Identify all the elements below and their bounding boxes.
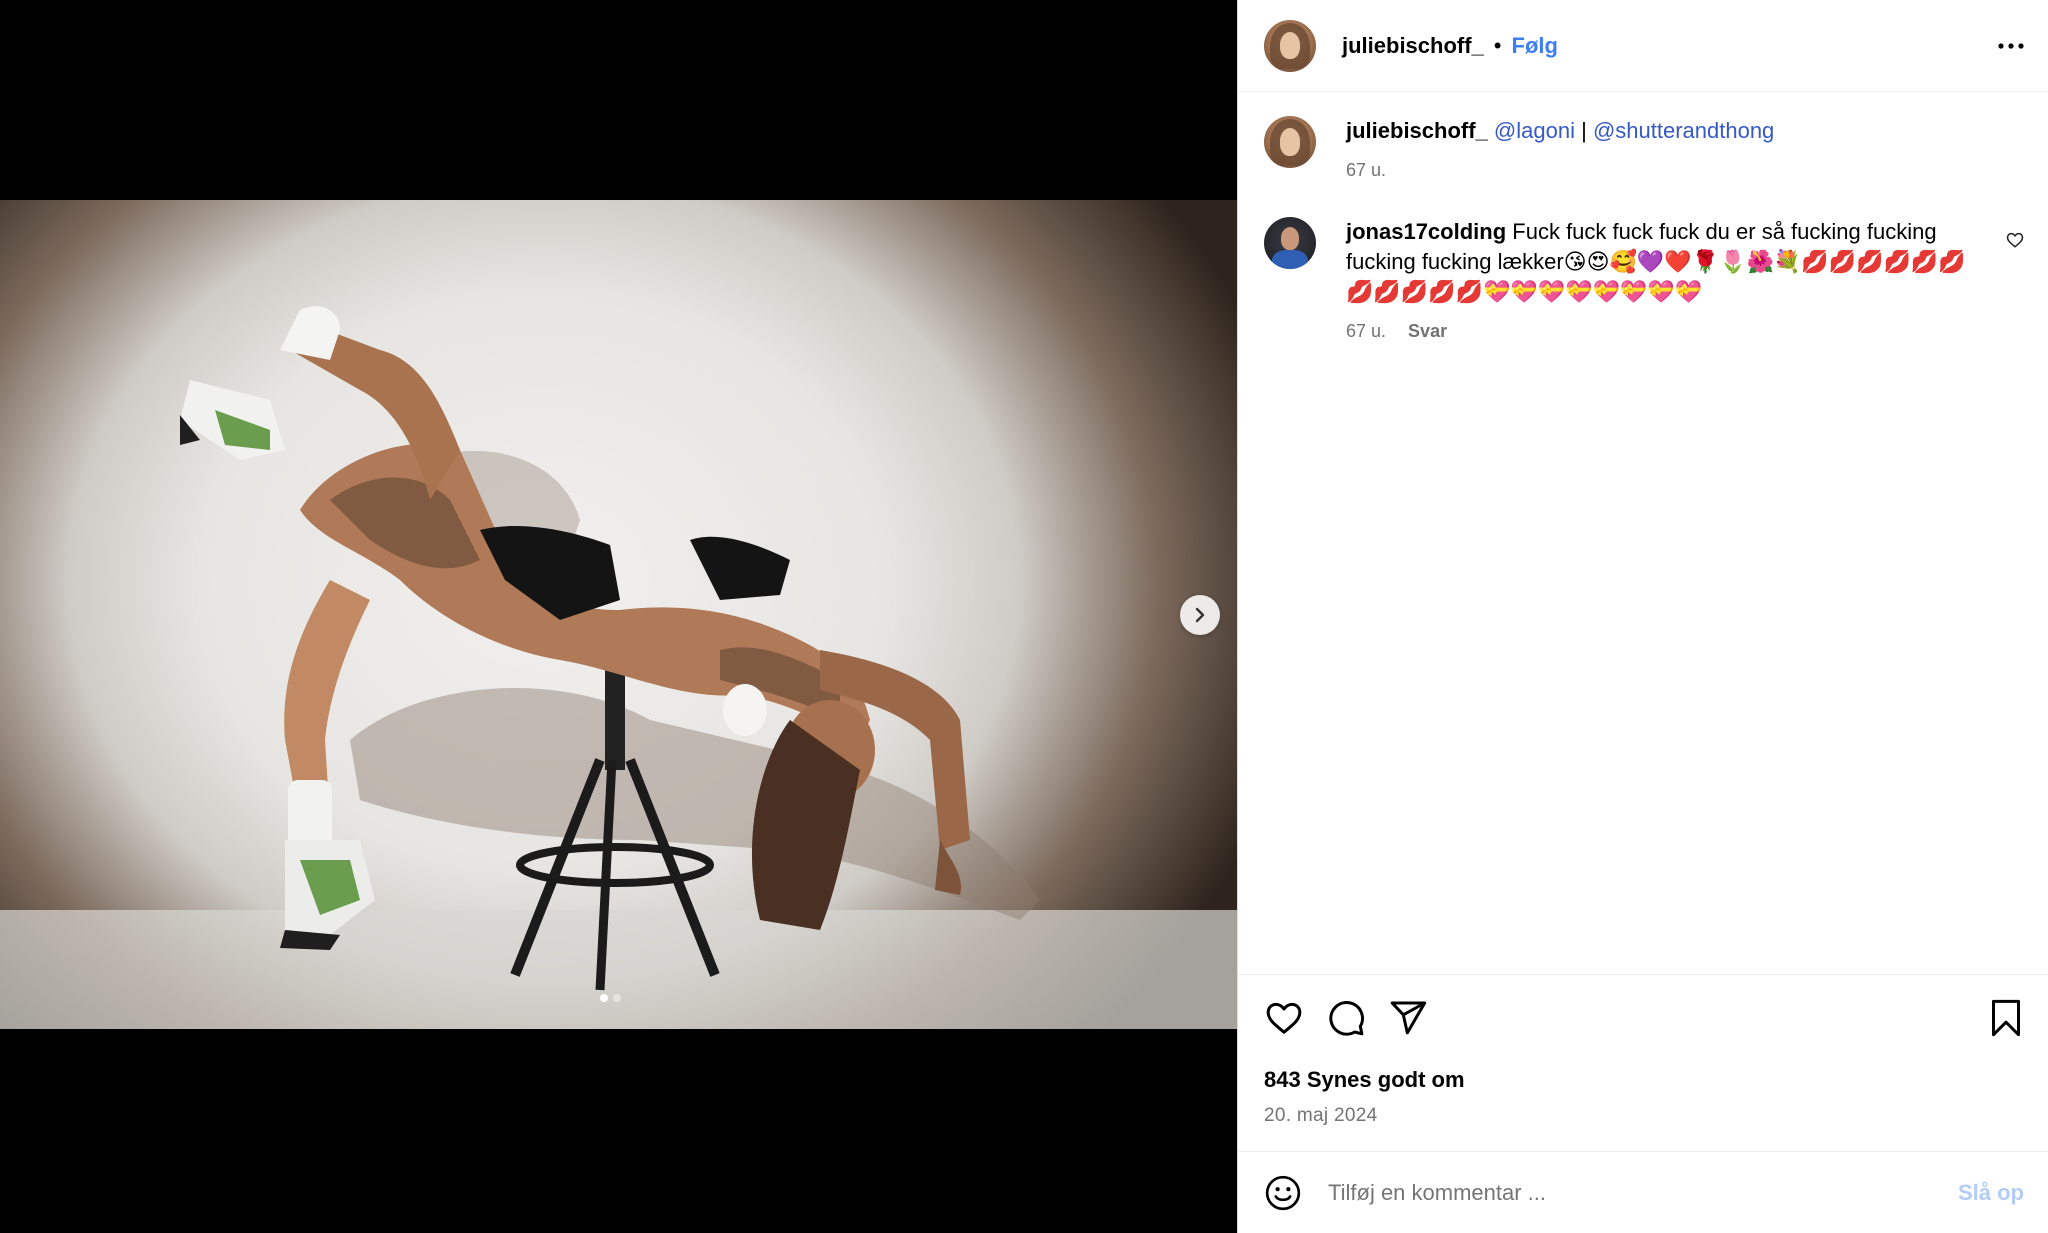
caption-time[interactable]: 67 u. — [1346, 160, 1386, 181]
action-bar — [1264, 975, 2024, 1061]
comments-list: juliebischoff_ @lagoni | @shutterandthon… — [1238, 92, 2048, 974]
share-button[interactable] — [1388, 998, 1428, 1038]
post-photo — [0, 200, 1237, 1029]
comment-input[interactable] — [1328, 1179, 1958, 1206]
caption-avatar[interactable] — [1264, 116, 1316, 168]
save-button[interactable] — [1988, 998, 2024, 1038]
post-side-panel: juliebischoff_ • Følg juliebischoff_ @la… — [1237, 0, 2048, 1233]
emoji-picker-button[interactable] — [1264, 1174, 1302, 1212]
slide-indicator — [600, 994, 621, 1002]
heart-icon — [1266, 1002, 1302, 1034]
avatar-face — [1279, 128, 1301, 156]
header-separator: • — [1493, 32, 1502, 58]
post-comment-button[interactable]: Slå op — [1958, 1180, 2024, 1206]
avatar-face — [1280, 227, 1300, 251]
mention-link[interactable]: @lagoni — [1494, 118, 1575, 143]
post-actions-section: 843 Synes godt om 20. maj 2024 — [1238, 974, 2048, 1151]
like-button[interactable] — [1264, 998, 1304, 1038]
caption-entry: juliebischoff_ @lagoni | @shutterandthon… — [1264, 116, 2024, 181]
comment-composer: Slå op — [1238, 1151, 2048, 1233]
commenter-username[interactable]: jonas17colding — [1346, 219, 1506, 244]
slide-dot-active — [600, 994, 608, 1002]
likes-count[interactable]: 843 Synes godt om — [1264, 1067, 2024, 1093]
caption-body: juliebischoff_ @lagoni | @shutterandthon… — [1346, 116, 2024, 181]
caption-divider: | — [1574, 118, 1593, 143]
more-options-button[interactable] — [1998, 26, 2024, 66]
author-avatar[interactable] — [1264, 19, 1316, 72]
caption-text: juliebischoff_ @lagoni | @shutterandthon… — [1346, 116, 1980, 146]
comment-text: jonas17colding Fuck fuck fuck fuck du er… — [1346, 217, 1980, 307]
media-panel — [0, 0, 1237, 1233]
mention-link[interactable]: @shutterandthong — [1593, 118, 1774, 143]
photo-illustration — [0, 306, 1237, 1029]
reply-button[interactable]: Svar — [1408, 321, 1447, 342]
slide-dot — [613, 994, 621, 1002]
chevron-right-icon — [1195, 607, 1205, 623]
avatar-shirt — [1271, 250, 1309, 269]
bookmark-icon — [1992, 999, 2020, 1037]
commenter-avatar[interactable] — [1264, 217, 1316, 269]
instagram-post-view: juliebischoff_ • Følg juliebischoff_ @la… — [0, 0, 2048, 1233]
author-username[interactable]: juliebischoff_ — [1342, 33, 1484, 59]
comment-icon — [1329, 1001, 1364, 1036]
follow-button[interactable]: Følg — [1512, 33, 1558, 59]
avatar-face — [1279, 31, 1301, 59]
caption-username[interactable]: juliebischoff_ — [1346, 118, 1488, 143]
next-slide-button[interactable] — [1180, 595, 1220, 635]
heart-outline-icon — [2006, 232, 2024, 248]
comment-body: jonas17colding Fuck fuck fuck fuck du er… — [1346, 217, 2024, 342]
post-date[interactable]: 20. maj 2024 — [1264, 1105, 2024, 1127]
comment-button[interactable] — [1326, 998, 1366, 1038]
comment-entry: jonas17colding Fuck fuck fuck fuck du er… — [1264, 217, 2024, 342]
comment-like-button[interactable] — [2006, 231, 2024, 254]
smiley-icon — [1265, 1175, 1301, 1210]
send-icon — [1390, 1001, 1427, 1035]
more-horizontal-icon — [1998, 42, 2024, 49]
comment-time[interactable]: 67 u. — [1346, 321, 1386, 342]
post-header: juliebischoff_ • Følg — [1238, 0, 2048, 92]
caption-meta: 67 u. — [1346, 160, 1980, 181]
comment-meta: 67 u. Svar — [1346, 321, 1980, 342]
